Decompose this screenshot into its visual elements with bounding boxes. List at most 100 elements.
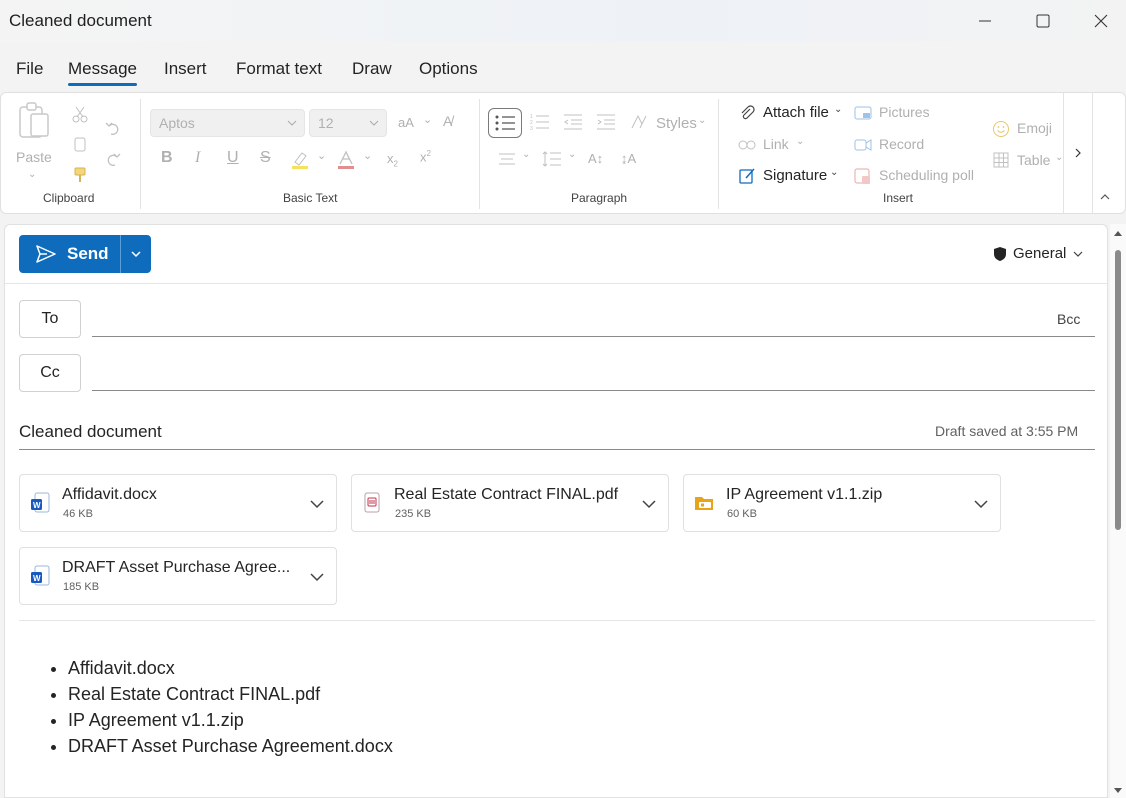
signature-button[interactable]: Signature [763, 167, 827, 184]
zip-file-icon [695, 497, 713, 510]
link-icon [737, 135, 757, 155]
tab-draw[interactable]: Draw [352, 59, 392, 79]
copy-icon[interactable] [69, 133, 91, 155]
chevron-right-icon [1075, 148, 1081, 158]
tab-insert[interactable]: Insert [164, 59, 207, 79]
font-size-dropdown[interactable]: 12 [309, 109, 387, 137]
bcc-button[interactable]: Bcc [1057, 311, 1080, 327]
chevron-down-icon [131, 251, 141, 258]
scrollbar[interactable] [1110, 224, 1126, 798]
pdf-file-icon [364, 492, 380, 513]
pictures-button[interactable]: Pictures [879, 104, 930, 120]
chevron-down-icon[interactable]: ⌄ [317, 149, 326, 162]
undo-icon[interactable] [102, 117, 124, 139]
emoji-icon [991, 119, 1011, 139]
attachment-card[interactable]: W Affidavit.docx 46 KB [19, 474, 337, 532]
clipboard-group-label: Clipboard [43, 191, 95, 205]
ribbon-divider [718, 99, 719, 209]
svg-text:3: 3 [530, 126, 533, 131]
superscript-icon[interactable]: x2 [420, 149, 431, 164]
cc-field[interactable] [92, 390, 1095, 391]
tab-message[interactable]: Message [68, 59, 137, 86]
redo-icon[interactable] [102, 148, 124, 170]
chevron-down-icon[interactable]: ⌄ [698, 115, 706, 126]
to-button[interactable]: To [19, 300, 81, 338]
record-button[interactable]: Record [879, 136, 924, 152]
line-spacing-icon[interactable] [541, 148, 563, 170]
divider [5, 283, 1107, 284]
chevron-down-icon[interactable]: ⌄ [363, 149, 372, 162]
chevron-down-icon[interactable]: ⌄ [834, 104, 842, 115]
send-button[interactable]: Send [19, 235, 120, 273]
attachment-card[interactable]: W DRAFT Asset Purchase Agree... 185 KB [19, 547, 337, 605]
scroll-thumb[interactable] [1115, 250, 1121, 530]
paste-chevron-icon[interactable]: ⌄ [28, 169, 36, 180]
menu-bar: File Message Insert Format text Draw Opt… [0, 50, 1126, 86]
cc-button[interactable]: Cc [19, 354, 81, 392]
attachment-card[interactable]: IP Agreement v1.1.zip 60 KB [683, 474, 1001, 532]
collapse-ribbon-button[interactable] [1099, 189, 1111, 207]
ribbon: Paste ⌄ Clipboard Aptos 12 aA ⌄ A̸ B I U… [0, 92, 1126, 214]
scheduling-poll-icon [853, 166, 873, 186]
sensitivity-dropdown[interactable]: General [993, 245, 1084, 262]
chevron-down-icon[interactable]: ⌄ [830, 167, 838, 178]
decrease-indent-icon[interactable] [562, 111, 584, 133]
paste-button[interactable] [15, 101, 53, 141]
paragraph-spacing-decrease-icon[interactable]: ↨A [621, 151, 636, 166]
chevron-down-icon [310, 500, 324, 509]
attach-file-button[interactable]: Attach file [763, 104, 829, 121]
strikethrough-icon[interactable]: S [260, 149, 271, 167]
paragraph-spacing-increase-icon[interactable]: A↕ [588, 151, 603, 166]
link-button[interactable]: Link [763, 136, 789, 152]
tab-format-text[interactable]: Format text [236, 59, 322, 79]
font-size-grow-icon[interactable]: aA [398, 115, 414, 130]
ribbon-more-button[interactable] [1063, 93, 1093, 213]
paste-icon [19, 102, 49, 138]
emoji-button[interactable]: Emoji [1017, 120, 1052, 136]
clear-formatting-icon[interactable]: A̸ [443, 113, 452, 129]
increase-indent-icon[interactable] [595, 111, 617, 133]
align-icon[interactable] [496, 148, 518, 170]
attach-file-icon [737, 103, 757, 123]
tab-file[interactable]: File [16, 59, 43, 79]
chevron-down-icon [974, 500, 988, 509]
insert-group-label: Insert [883, 191, 914, 205]
bullets-button[interactable] [488, 108, 522, 138]
list-item: Real Estate Contract FINAL.pdf [68, 681, 393, 707]
scheduling-poll-button[interactable]: Scheduling poll [879, 167, 974, 183]
cut-icon[interactable] [69, 103, 91, 125]
bold-icon[interactable]: B [161, 149, 173, 167]
message-body[interactable]: Affidavit.docx Real Estate Contract FINA… [68, 655, 393, 759]
basic-text-group-label: Basic Text [283, 191, 338, 205]
highlight-icon[interactable] [289, 149, 311, 171]
subscript-icon[interactable]: x2 [387, 151, 398, 169]
send-label: Send [67, 244, 109, 263]
italic-icon[interactable]: I [195, 149, 200, 167]
table-icon [991, 150, 1011, 170]
tab-options[interactable]: Options [419, 59, 478, 79]
maximize-button[interactable] [1028, 8, 1058, 34]
numbering-icon[interactable]: 123 [529, 111, 551, 133]
chevron-down-icon[interactable]: ⌄ [568, 149, 576, 160]
chevron-down-icon[interactable]: ⌄ [522, 149, 530, 160]
subject-field[interactable]: Cleaned document [19, 422, 162, 442]
attachment-card[interactable]: Real Estate Contract FINAL.pdf 235 KB [351, 474, 669, 532]
chevron-down-icon[interactable]: ⌄ [796, 136, 804, 147]
table-button[interactable]: Table [1017, 152, 1050, 168]
attachment-size: 235 KB [395, 508, 432, 520]
close-button[interactable] [1086, 8, 1116, 34]
pictures-icon [853, 103, 873, 123]
to-field[interactable] [92, 336, 1095, 337]
minimize-button[interactable] [970, 8, 1000, 34]
format-painter-icon[interactable] [69, 164, 91, 186]
send-options-button[interactable] [120, 235, 151, 273]
font-color-icon[interactable] [335, 149, 357, 171]
styles-label[interactable]: Styles [656, 115, 697, 132]
chevron-down-icon [286, 116, 298, 132]
chevron-down-icon[interactable]: ⌄ [423, 113, 432, 126]
maximize-icon [1036, 14, 1050, 28]
underline-icon[interactable]: U [227, 149, 239, 167]
styles-icon[interactable] [629, 111, 651, 133]
font-family-dropdown[interactable]: Aptos [150, 109, 305, 137]
svg-text:W: W [33, 501, 41, 510]
